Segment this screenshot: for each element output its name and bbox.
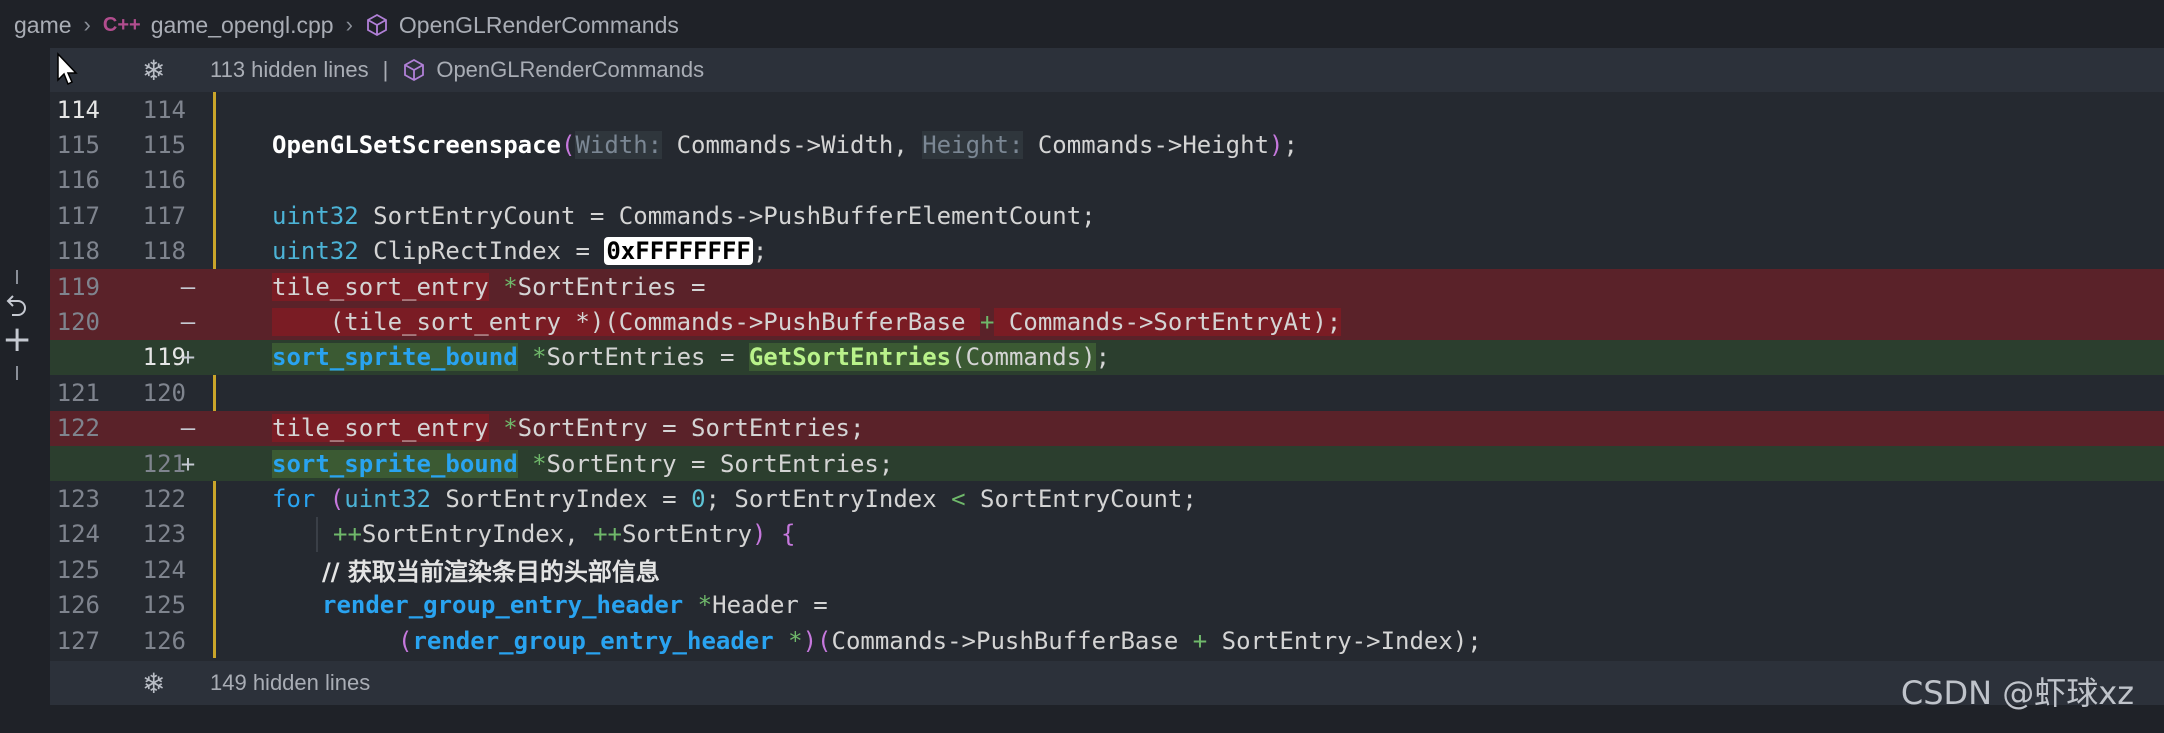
deleted-line: 122 — tile_sort_entry *SortEntry = SortE… — [50, 410, 2164, 446]
symbol-method-icon — [404, 58, 425, 82]
chevron-right-icon: › — [345, 12, 353, 37]
old-line-number: 124 — [56, 520, 100, 549]
new-line-number: 119 — [142, 343, 186, 372]
diff-editor[interactable]: 114 114 115 115 OpenGLSetScreenspace(Wid… — [50, 92, 2164, 661]
old-line-number: 123 — [56, 485, 100, 514]
code-text: (tile_sort_entry *)(Commands->PushBuffer… — [272, 308, 1342, 337]
code-line: 117 117 uint32 SortEntryCount = Commands… — [50, 198, 2164, 234]
diff-change-actions: + — [0, 270, 34, 380]
code-line: 116 116 — [50, 162, 2164, 199]
code-text: sort_sprite_bound *SortEntries = GetSort… — [272, 343, 1111, 372]
new-line-number: 120 — [142, 378, 186, 407]
added-marker: + — [180, 343, 196, 372]
stage-change-icon[interactable]: + — [2, 322, 32, 358]
revert-change-icon[interactable] — [4, 292, 30, 318]
code-line: 114 114 — [50, 92, 2164, 128]
unfold-icon[interactable]: ❄ — [142, 667, 165, 700]
code-line: 127 126 (render_group_entry_header *)(Co… — [50, 623, 2164, 659]
symbol-method-icon — [366, 13, 387, 37]
code-text: uint32 ClipRectIndex = 0xFFFFFFFF; — [272, 237, 768, 266]
chevron-right-icon: › — [83, 12, 91, 37]
removed-marker: — — [180, 308, 196, 337]
cpp-file-icon: C++ — [102, 13, 141, 36]
hidden-lines-count: 113 hidden lines — [210, 57, 369, 82]
code-text: ++SortEntryIndex, ++SortEntry) { — [333, 520, 796, 549]
mouse-pointer-icon — [57, 52, 78, 86]
hidden-lines-bar-bottom[interactable]: ❄ 149 hidden lines — [50, 661, 2164, 705]
separator: | — [382, 57, 389, 82]
unfold-icon[interactable]: ❄ — [142, 54, 165, 87]
code-line: 115 115 OpenGLSetScreenspace(Width: Comm… — [50, 127, 2164, 163]
new-line-number: 122 — [142, 485, 186, 514]
added-marker: + — [180, 449, 196, 478]
code-line: 118 118 uint32 ClipRectIndex = 0xFFFFFFF… — [50, 233, 2164, 269]
old-line-number: 114 — [56, 95, 100, 124]
diff-gutter — [0, 50, 50, 733]
new-line-number: 126 — [142, 626, 186, 655]
code-text: for (uint32 SortEntryIndex = 0; SortEntr… — [272, 485, 1197, 514]
code-text: tile_sort_entry *SortEntry = SortEntries… — [272, 414, 865, 443]
new-line-number: 121 — [142, 449, 186, 478]
old-line-number: 127 — [56, 626, 100, 655]
old-line-number: 116 — [56, 166, 100, 195]
selected-text-highlight: 0xFFFFFFFF — [604, 237, 753, 266]
code-comment: // 获取当前渲染条目的头部信息 — [322, 558, 660, 587]
new-line-number: 116 — [142, 166, 186, 195]
code-text: sort_sprite_bound *SortEntry = SortEntri… — [272, 449, 894, 478]
code-line: 125 124 // 获取当前渲染条目的头部信息 — [50, 552, 2164, 588]
old-line-number: 117 — [56, 201, 100, 230]
breadcrumb-file[interactable]: C++ game_opengl.cpp — [103, 12, 334, 39]
breadcrumb-symbol[interactable]: OpenGLRenderCommands — [365, 12, 679, 39]
code-line: 124 123 ++SortEntryIndex, ++SortEntry) { — [50, 516, 2164, 553]
code-text: tile_sort_entry *SortEntries = — [272, 272, 706, 301]
old-line-number: 126 — [56, 591, 100, 620]
new-line-number: 115 — [142, 131, 186, 160]
old-line-number: 121 — [56, 378, 100, 407]
breadcrumb: game › C++ game_opengl.cpp › OpenGLRende… — [0, 0, 2164, 50]
hidden-lines-count: 149 hidden lines — [210, 670, 371, 695]
new-line-number: 123 — [142, 520, 186, 549]
new-line-number: 114 — [142, 95, 186, 124]
old-line-number: 118 — [56, 237, 100, 266]
breadcrumb-folder[interactable]: game — [14, 12, 72, 39]
deleted-line: 120 — (tile_sort_entry *)(Commands->Push… — [50, 304, 2164, 340]
new-line-number: 124 — [142, 555, 186, 584]
code-text: render_group_entry_header *Header = — [322, 591, 828, 620]
removed-marker: — — [180, 272, 196, 301]
new-line-number: 118 — [142, 237, 186, 266]
breadcrumb-symbol-label: OpenGLRenderCommands — [398, 11, 679, 38]
hidden-lines-symbol: OpenGLRenderCommands — [436, 57, 705, 82]
code-text: uint32 SortEntryCount = Commands->PushBu… — [272, 201, 1096, 230]
removed-marker: — — [180, 414, 196, 443]
code-text: (render_group_entry_header *)(Commands->… — [398, 626, 1482, 655]
new-line-number: 125 — [142, 591, 186, 620]
code-line: 121 120 — [50, 375, 2164, 411]
watermark: CSDN @虾球xz — [1900, 674, 2134, 712]
hidden-lines-bar-top[interactable]: ❄ 113 hidden lines | OpenGLRenderCommand… — [50, 48, 2164, 92]
code-text: OpenGLSetScreenspace(Width: Commands->Wi… — [272, 131, 1298, 160]
deleted-line: 119 — tile_sort_entry *SortEntries = — [50, 269, 2164, 305]
old-line-number: 119 — [56, 272, 100, 301]
old-line-number: 125 — [56, 555, 100, 584]
code-line: 123 122 for (uint32 SortEntryIndex = 0; … — [50, 481, 2164, 517]
code-line: 126 125 render_group_entry_header *Heade… — [50, 587, 2164, 623]
old-line-number: 120 — [56, 308, 100, 337]
added-line: 119 + sort_sprite_bound *SortEntries = G… — [50, 339, 2164, 376]
old-line-number: 122 — [56, 414, 100, 443]
breadcrumb-file-label: game_opengl.cpp — [150, 11, 334, 38]
added-line: 121 + sort_sprite_bound *SortEntry = Sor… — [50, 446, 2164, 482]
old-line-number: 115 — [56, 131, 100, 160]
new-line-number: 117 — [142, 201, 186, 230]
